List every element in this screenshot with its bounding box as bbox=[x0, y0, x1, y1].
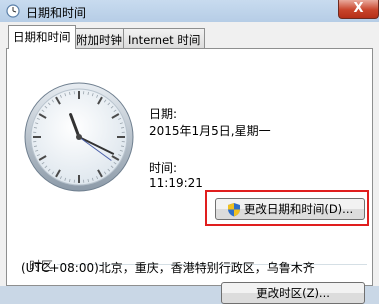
highlight-box bbox=[205, 190, 369, 226]
time-label: 时间: bbox=[149, 159, 177, 176]
timezone-value: (UTC+08:00)北京，重庆，香港特别行政区，乌鲁木齐 bbox=[21, 259, 315, 276]
tab-panel: 日期: 2015年1月5日,星期一 时间: 11:19:21 更改日期和时间(D… bbox=[6, 48, 373, 286]
title-bar: 日期和时间 X bbox=[0, 0, 379, 22]
date-label: 日期: bbox=[149, 105, 177, 122]
dialog-body: 日期和时间 附加时钟 Internet 时间 日期: 201 bbox=[0, 22, 379, 286]
tab-additional-clocks[interactable]: 附加时钟 bbox=[71, 28, 127, 48]
tab-date-time[interactable]: 日期和时间 bbox=[8, 25, 76, 49]
time-value: 11:19:21 bbox=[149, 176, 203, 190]
analog-clock bbox=[23, 81, 135, 193]
close-button[interactable]: X bbox=[338, 0, 379, 19]
clock-icon bbox=[6, 4, 20, 18]
date-value: 2015年1月5日,星期一 bbox=[149, 122, 271, 139]
window-title: 日期和时间 bbox=[26, 4, 86, 21]
tab-internet-time[interactable]: Internet 时间 bbox=[123, 28, 205, 48]
change-timezone-button[interactable]: 更改时区(Z)... bbox=[221, 282, 365, 304]
